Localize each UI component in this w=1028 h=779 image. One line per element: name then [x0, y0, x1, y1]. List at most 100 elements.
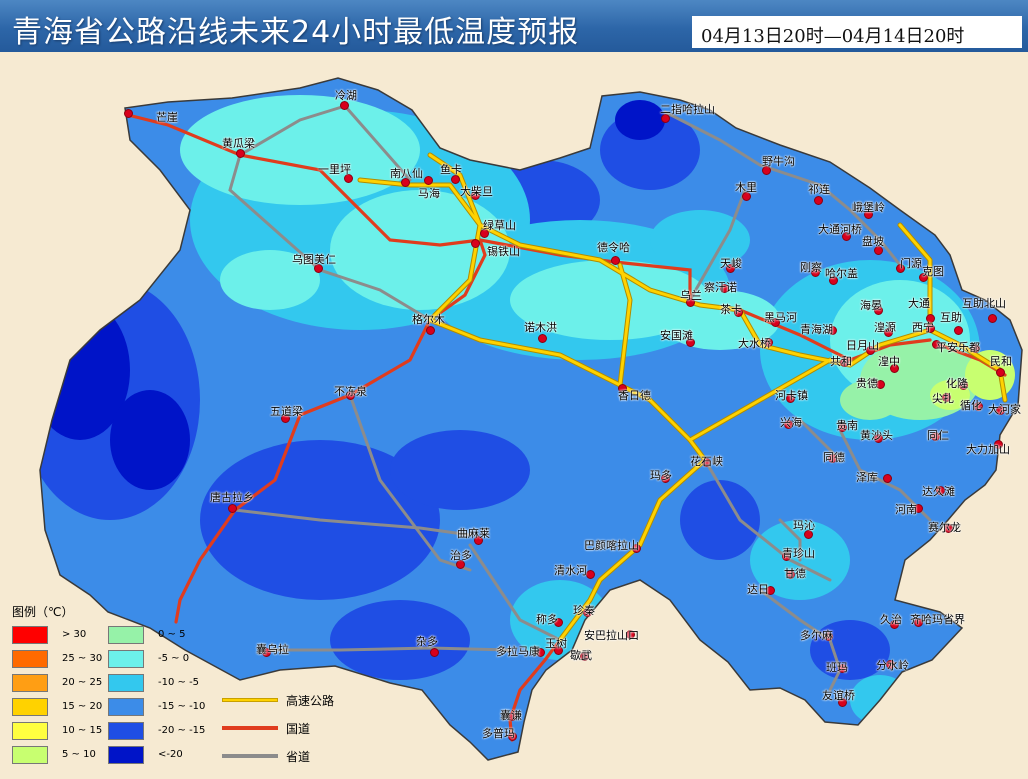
city-label: 玉树 — [545, 637, 567, 650]
city-marker — [426, 326, 435, 335]
city-label: 绿草山 — [483, 219, 516, 232]
city-label: 大水桥 — [738, 337, 771, 350]
legend-swatch — [108, 698, 144, 716]
city-label: 门源 — [900, 257, 922, 270]
city-label: 盘坡 — [862, 235, 884, 248]
city-label: 诺木洪 — [524, 321, 557, 334]
city-label: 湟中 — [878, 355, 900, 368]
city-label: 玛多 — [650, 469, 672, 482]
city-label: 黑马河 — [764, 311, 797, 324]
city-label: 乌图美仁 — [292, 253, 336, 266]
city-label: 日月山 — [846, 339, 879, 352]
legend-label: 25 ~ 30 — [62, 653, 103, 664]
road-legend-label: 省道 — [286, 750, 311, 764]
page-title: 青海省公路沿线未来24小时最低温度预报 — [12, 15, 580, 50]
city-label: 乐都 — [958, 341, 980, 354]
time-range: 04月13日20时—04月14日20时 — [701, 26, 965, 47]
time-range-box: 04月13日20时—04月14日20时 — [692, 16, 1022, 48]
city-marker — [424, 176, 433, 185]
city-label: 齐哈玛省界 — [910, 613, 965, 626]
city-label: 互助 — [940, 311, 962, 324]
city-label: 多普玛 — [482, 727, 515, 740]
city-label: 茶卡 — [720, 303, 742, 316]
city-label: 格尔木 — [412, 313, 445, 326]
city-label: 唐古拉乡 — [210, 491, 254, 504]
city-label: 大柴旦 — [460, 185, 493, 198]
legend-label: -10 ~ -5 — [158, 677, 200, 688]
city-marker — [124, 109, 133, 118]
city-label: 刚察 — [800, 261, 822, 274]
city-label: 多尔麻 — [800, 629, 833, 642]
city-label: 友谊桥 — [822, 689, 855, 702]
city-label: 黄沙头 — [860, 429, 893, 442]
legend-label: 20 ~ 25 — [62, 677, 103, 688]
city-label: 贵南 — [836, 419, 858, 432]
city-label: 野牛沟 — [762, 155, 795, 168]
city-label: 安国滩 — [660, 329, 693, 342]
legend-label: <-20 — [158, 749, 183, 760]
city-label: 克图 — [922, 265, 944, 278]
city-marker — [586, 570, 595, 579]
city-label: 玛沁 — [793, 519, 815, 532]
road-legend-label: 高速公路 — [286, 694, 335, 708]
city-label: 同德 — [823, 451, 845, 464]
city-label: 木里 — [735, 181, 757, 194]
city-label: 祁连 — [808, 183, 830, 196]
city-label: 巴颜喀拉山 — [584, 539, 639, 552]
road-legend-line — [222, 754, 278, 758]
city-marker — [883, 474, 892, 483]
city-label: 黄瓜梁 — [222, 137, 255, 150]
city-marker — [611, 256, 620, 265]
legend-swatch — [108, 722, 144, 740]
city-label: 杂多 — [416, 635, 438, 648]
legend-label: -20 ~ -15 — [158, 725, 206, 736]
city-label: 贵德 — [856, 377, 878, 390]
city-label: 湟源 — [874, 321, 896, 334]
legend-swatch — [108, 746, 144, 764]
city-label: 芒崖 — [156, 111, 178, 124]
legend-swatch — [108, 626, 144, 644]
city-label: 清水河 — [554, 564, 587, 577]
city-label: 民和 — [990, 355, 1012, 368]
city-label: 互助北山 — [962, 297, 1006, 310]
road-legend-label: 国道 — [286, 722, 311, 736]
city-label: 海晏 — [860, 299, 882, 312]
city-label: 泽库 — [856, 471, 878, 484]
city-label: 青海湖 — [800, 323, 833, 336]
city-label: 甘德 — [784, 567, 806, 580]
city-label: 歇武 — [570, 649, 592, 662]
city-label: 五道梁 — [270, 405, 303, 418]
city-label: 锡铁山 — [487, 245, 520, 258]
legend-swatch — [12, 698, 48, 716]
city-label: 察汗诺 — [704, 281, 737, 294]
city-marker — [430, 648, 439, 657]
legend-swatch — [12, 746, 48, 764]
header-bar: 青海省公路沿线未来24小时最低温度预报 04月13日20时—04月14日20时 — [0, 0, 1028, 52]
city-marker — [471, 239, 480, 248]
city-marker — [340, 101, 349, 110]
city-label: 达久滩 — [922, 485, 955, 498]
city-label: 河南 — [895, 503, 917, 516]
legend-swatch — [108, 674, 144, 692]
city-label: 不冻泉 — [334, 385, 367, 398]
city-label: 班玛 — [826, 661, 848, 674]
city-label: 达日 — [747, 583, 769, 596]
city-label: 平安 — [936, 341, 958, 354]
city-label: 鱼卡 — [440, 163, 462, 176]
city-label: 南八仙 — [390, 167, 423, 180]
legend-label: 10 ~ 15 — [62, 725, 103, 736]
legend-label: > 30 — [62, 629, 87, 640]
legend-label: 5 ~ 10 — [62, 749, 96, 760]
legend-swatch — [108, 650, 144, 668]
city-label: 囊谦 — [500, 709, 522, 722]
city-label: 一里坪 — [318, 163, 351, 176]
city-label: 哈尔盖 — [825, 267, 858, 280]
city-label: 天峻 — [720, 257, 742, 270]
city-label: 大通河桥 — [818, 223, 862, 236]
city-label: 治多 — [450, 549, 472, 562]
city-marker — [228, 504, 237, 513]
legend-title: 图例（℃） — [12, 605, 74, 619]
city-marker — [814, 196, 823, 205]
city-label: 冷湖 — [335, 89, 357, 102]
city-marker — [538, 334, 547, 343]
